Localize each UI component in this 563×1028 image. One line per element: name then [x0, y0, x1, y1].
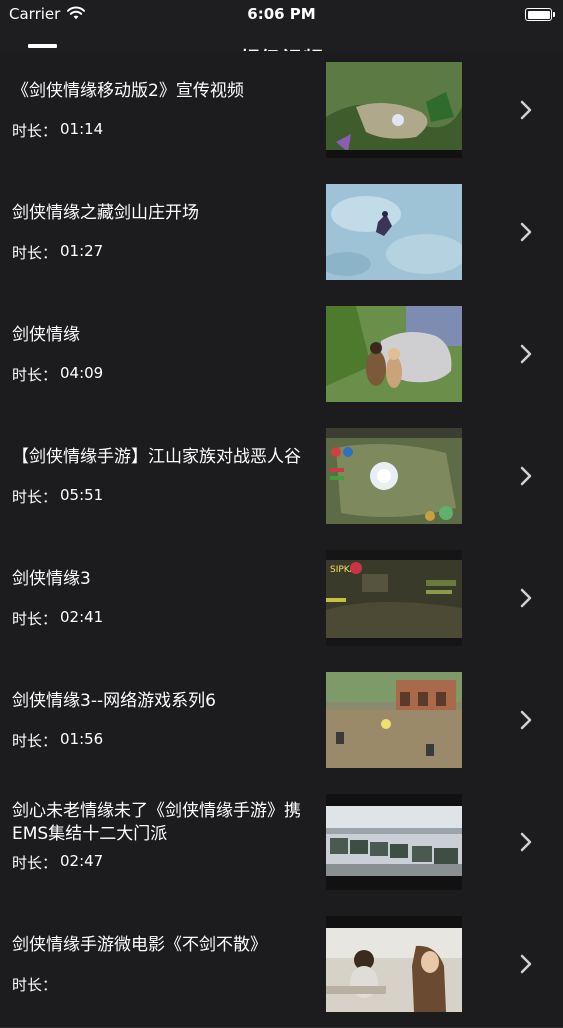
chevron-right-icon — [520, 954, 532, 978]
video-title: 剑侠情缘 — [12, 324, 80, 345]
video-thumbnail — [326, 916, 462, 1012]
duration-label: 时长： — [12, 976, 58, 994]
video-title: 剑侠情缘之藏剑山庄开场 — [12, 202, 199, 223]
video-row[interactable]: 剑侠情缘手游微电影《不剑不散》 时长： — [0, 905, 563, 1028]
video-duration: 01:56 — [60, 730, 104, 748]
status-bar: Carrier 6:06 PM — [0, 0, 563, 30]
chevron-right-icon — [520, 466, 532, 490]
video-row[interactable]: 剑侠情缘之藏剑山庄开场 时长： 01:27 — [0, 173, 563, 296]
duration-label: 时长： — [12, 122, 58, 140]
video-duration: 01:27 — [60, 242, 104, 260]
chevron-right-icon — [520, 222, 532, 246]
video-duration: 01:14 — [60, 120, 104, 138]
chevron-right-icon — [520, 100, 532, 124]
video-thumbnail — [326, 428, 462, 524]
duration-label: 时长： — [12, 366, 58, 384]
chevron-right-icon — [520, 832, 532, 856]
video-row[interactable]: 剑侠情缘3 时长： 02:41 SIPKAS — [0, 539, 563, 662]
duration-label: 时长： — [12, 854, 58, 872]
video-title: 剑侠情缘手游微电影《不剑不散》 — [12, 934, 267, 955]
video-title: 《剑侠情缘移动版2》宣传视频 — [12, 80, 244, 101]
video-duration: 02:41 — [60, 608, 104, 626]
video-title: 剑心未老情缘未了《剑侠情缘手游》携EMS集结十二大门派 — [12, 801, 301, 844]
video-thumbnail — [326, 672, 462, 768]
chevron-right-icon — [520, 710, 532, 734]
chevron-right-icon — [520, 344, 532, 368]
video-duration: 02:47 — [60, 852, 104, 870]
video-row[interactable]: 剑侠情缘 时长： 04:09 — [0, 295, 563, 418]
chevron-right-icon — [520, 588, 532, 612]
clock: 6:06 PM — [247, 5, 316, 23]
video-thumbnail — [326, 306, 462, 402]
duration-label: 时长： — [12, 244, 58, 262]
video-title: 剑侠情缘3 — [12, 568, 91, 589]
video-row[interactable]: 剑侠情缘3--网络游戏系列6 时长： 01:56 — [0, 661, 563, 784]
video-duration: 05:51 — [60, 486, 104, 504]
video-thumbnail — [326, 62, 462, 158]
video-thumbnail — [326, 184, 462, 280]
video-duration: 04:09 — [60, 364, 104, 382]
video-thumbnail — [326, 794, 462, 890]
video-row[interactable]: 剑心未老情缘未了《剑侠情缘手游》携EMS集结十二大门派 时长： 02:47 — [0, 783, 563, 906]
duration-label: 时长： — [12, 488, 58, 506]
duration-label: 时长： — [12, 732, 58, 750]
battery-icon — [525, 8, 555, 21]
video-row[interactable]: 【剑侠情缘手游】江山家族对战恶人谷 时长： 05:51 — [0, 417, 563, 540]
video-row[interactable]: 《剑侠情缘移动版2》宣传视频 时长： 01:14 — [0, 51, 563, 174]
video-title: 剑侠情缘3--网络游戏系列6 — [12, 690, 216, 711]
duration-label: 时长： — [12, 610, 58, 628]
video-title: 【剑侠情缘手游】江山家族对战恶人谷 — [12, 446, 301, 467]
video-thumbnail: SIPKAS — [326, 550, 462, 646]
